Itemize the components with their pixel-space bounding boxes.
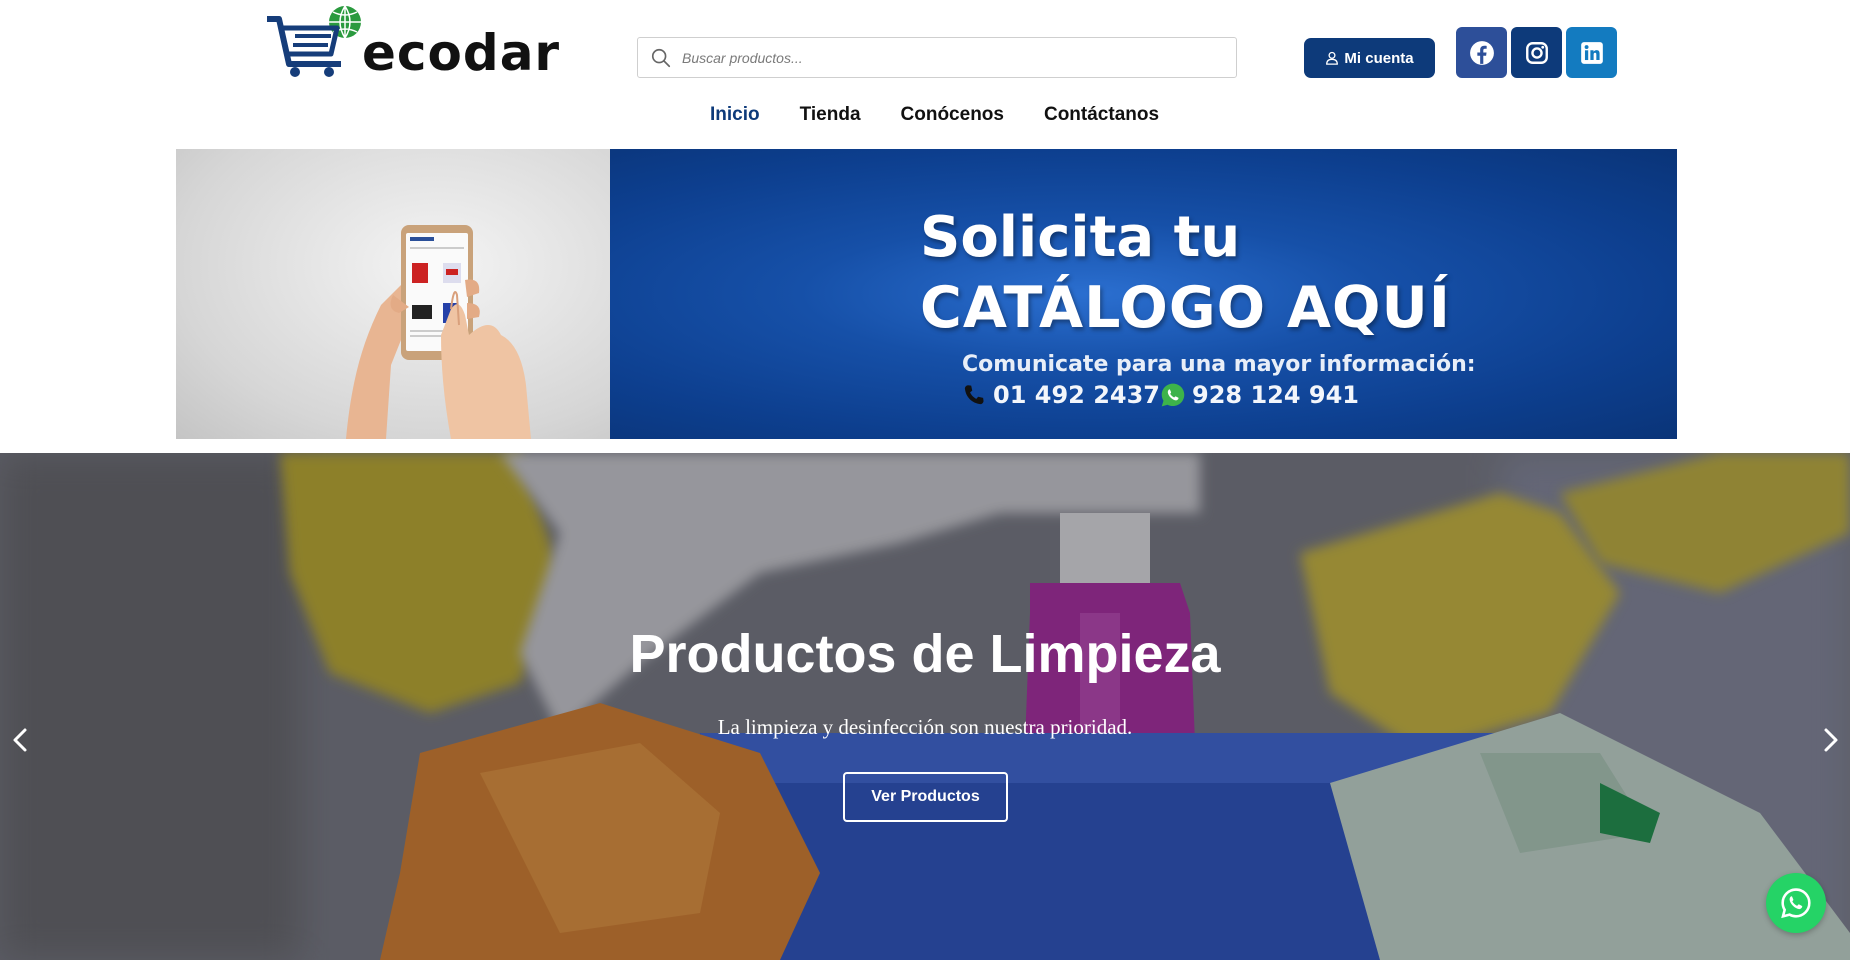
hero-subtitle: La limpieza y desinfección son nuestra p… (717, 715, 1133, 739)
view-products-button[interactable]: Ver Productos (843, 772, 1008, 822)
slider-next-button[interactable] (1816, 715, 1846, 765)
linkedin-link[interactable] (1566, 27, 1617, 78)
product-search (637, 37, 1237, 78)
linkedin-icon (1580, 41, 1603, 64)
site-logo[interactable]: ecodar (265, 2, 565, 78)
hero-slider: Productos de Limpieza La limpieza y desi… (0, 453, 1850, 960)
banner-subtitle: Comunicate para una mayor información: (962, 352, 1476, 377)
whatsapp-icon (1161, 383, 1185, 407)
banner-title-line1: Solicita tu (920, 205, 1241, 270)
user-icon (1326, 51, 1339, 65)
banner-phone-number: 01 492 2437 (993, 381, 1161, 409)
phone-icon (964, 385, 984, 405)
banner-phone: 01 492 2437 (961, 381, 1160, 409)
site-header: ecodar Mi cuenta (0, 0, 1850, 150)
banner-photo (176, 149, 610, 439)
my-account-label: Mi cuenta (1344, 49, 1414, 67)
facebook-link[interactable] (1456, 27, 1507, 78)
chevron-left-icon (13, 728, 27, 752)
hero-title: Productos de Limpieza (629, 624, 1221, 684)
main-nav: Inicio Tienda Conócenos Contáctanos (710, 102, 1159, 128)
my-account-button[interactable]: Mi cuenta (1304, 38, 1435, 78)
cart-globe-icon (267, 5, 361, 77)
logo-wordmark: ecodar (362, 24, 561, 82)
instagram-link[interactable] (1511, 27, 1562, 78)
search-input[interactable] (682, 49, 1222, 66)
banner-whatsapp-number: 928 124 941 (1192, 381, 1360, 409)
instagram-icon (1525, 41, 1548, 64)
hero-overlay (0, 453, 1850, 960)
nav-item-inicio[interactable]: Inicio (710, 102, 760, 128)
chevron-right-icon (1824, 728, 1838, 752)
slider-prev-button[interactable] (5, 715, 35, 765)
search-icon (651, 48, 671, 67)
banner-title-line2: CATÁLOGO AQUÍ (920, 275, 1451, 341)
hand-phone-illustration (346, 225, 531, 439)
whatsapp-chat-button[interactable] (1766, 873, 1826, 933)
nav-item-conocenos[interactable]: Conócenos (901, 102, 1004, 128)
whatsapp-icon (1781, 888, 1811, 919)
nav-item-contactanos[interactable]: Contáctanos (1044, 102, 1159, 128)
nav-item-tienda[interactable]: Tienda (800, 102, 861, 128)
facebook-icon (1469, 40, 1494, 65)
catalog-banner[interactable]: Solicita tu CATÁLOGO AQUÍ Comunicate par… (176, 149, 1677, 439)
banner-whatsapp: 928 124 941 (1160, 381, 1359, 409)
